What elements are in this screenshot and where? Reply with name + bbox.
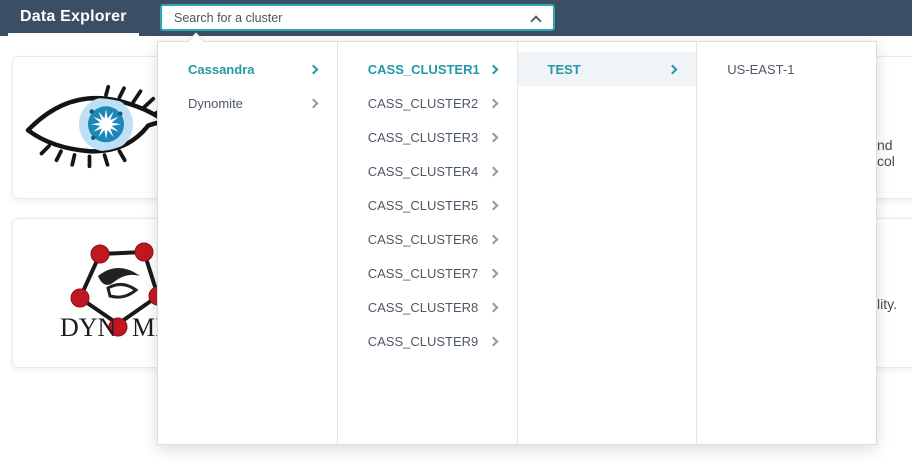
- menu-item-cass_cluster4[interactable]: CASS_CLUSTER4: [338, 154, 517, 188]
- chevron-right-icon: [488, 302, 498, 312]
- menu-item-dynomite[interactable]: Dynomite: [158, 86, 337, 120]
- menu-item-label: CASS_CLUSTER9: [368, 334, 479, 349]
- menu-item-cass_cluster9[interactable]: CASS_CLUSTER9: [338, 324, 517, 358]
- chevron-right-icon: [488, 98, 498, 108]
- menu-item-cass_cluster8[interactable]: CASS_CLUSTER8: [338, 290, 517, 324]
- cassandra-eye-logo: [22, 64, 172, 186]
- menu-item-label: CASS_CLUSTER8: [368, 300, 479, 315]
- menu-item-label: TEST: [548, 62, 581, 77]
- menu-item-test[interactable]: TEST: [518, 52, 697, 86]
- chevron-right-icon: [488, 166, 498, 176]
- menu-item-cass_cluster6[interactable]: CASS_CLUSTER6: [338, 222, 517, 256]
- menu-item-label: CASS_CLUSTER4: [368, 164, 479, 179]
- tab-data-explorer[interactable]: Data Explorer: [8, 0, 139, 36]
- menu-item-label: CASS_CLUSTER5: [368, 198, 479, 213]
- cluster-dropdown-panel: CassandraDynomite CASS_CLUSTER1CASS_CLUS…: [157, 41, 877, 445]
- app-header: Data Explorer: [0, 0, 912, 36]
- chevron-right-icon: [488, 336, 498, 346]
- menu-item-label: CASS_CLUSTER3: [368, 130, 479, 145]
- menu-item-cass_cluster1[interactable]: CASS_CLUSTER1: [338, 52, 517, 86]
- menu-item-label: CASS_CLUSTER6: [368, 232, 479, 247]
- menu-item-label: CASS_CLUSTER7: [368, 266, 479, 281]
- data-explorer-app: Data Explorer: [0, 0, 912, 475]
- menu-item-label: Dynomite: [188, 96, 243, 111]
- search-input[interactable]: [160, 4, 555, 31]
- dynomite-wordmark-left: DYN: [60, 313, 117, 342]
- menu-item-cass_cluster2[interactable]: CASS_CLUSTER2: [338, 86, 517, 120]
- chevron-right-icon: [488, 200, 498, 210]
- menu-item-us-east-1[interactable]: US-EAST-1: [697, 52, 876, 86]
- dropdown-column-datastore-type: Cassandra Dynomite: [158, 42, 337, 444]
- menu-item-label: US-EAST-1: [727, 62, 794, 77]
- menu-item-label: Cassandra: [188, 62, 254, 77]
- dropdown-column-region: US-EAST-1: [696, 42, 876, 444]
- menu-item-cass_cluster3[interactable]: CASS_CLUSTER3: [338, 120, 517, 154]
- dropdown-column-environment: TEST: [517, 42, 697, 444]
- menu-item-cass_cluster7[interactable]: CASS_CLUSTER7: [338, 256, 517, 290]
- chevron-right-icon: [488, 234, 498, 244]
- menu-item-label: CASS_CLUSTER1: [368, 62, 480, 77]
- menu-item-cassandra[interactable]: Cassandra: [158, 52, 337, 86]
- chevron-right-icon: [308, 64, 318, 74]
- cassandra-card-text-fragment: nd col: [877, 137, 912, 169]
- chevron-right-icon: [488, 132, 498, 142]
- dynomite-card-text-fragment: lity.: [877, 296, 897, 312]
- page-title: Data Explorer: [20, 8, 127, 26]
- chevron-right-icon: [308, 98, 318, 108]
- menu-item-label: CASS_CLUSTER2: [368, 96, 479, 111]
- chevron-right-icon: [668, 64, 678, 74]
- chevron-right-icon: [488, 268, 498, 278]
- dropdown-column-cluster: CASS_CLUSTER1 CASS_CLUSTER2 CASS_CLUSTER3 C…: [337, 42, 517, 444]
- menu-item-cass_cluster5[interactable]: CASS_CLUSTER5: [338, 188, 517, 222]
- cluster-search-box: [160, 4, 555, 31]
- chevron-right-icon: [488, 64, 498, 74]
